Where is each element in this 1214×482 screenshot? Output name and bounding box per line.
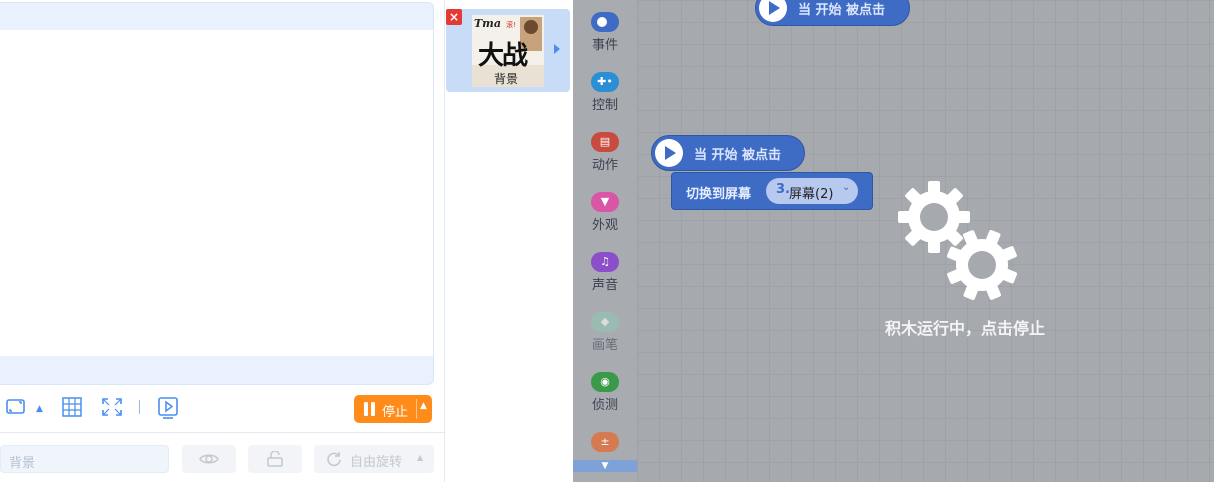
toolbar-divider bbox=[139, 400, 140, 414]
pause-icon bbox=[364, 402, 376, 416]
category-label: 控制 bbox=[591, 98, 618, 113]
hat-block-label: 当 开始 被点击 bbox=[694, 148, 782, 163]
screen-dropdown[interactable]: 3. 屏幕(2) ⌄ bbox=[766, 178, 858, 204]
fullscreen-icon[interactable] bbox=[101, 397, 123, 422]
stop-button[interactable]: 停止 ▲ bbox=[354, 395, 432, 423]
category-motion[interactable]: ▤ 动作 bbox=[573, 132, 637, 173]
chevron-right-icon[interactable] bbox=[554, 44, 560, 54]
gears-icon[interactable] bbox=[897, 180, 1023, 304]
hat-block-when-start-top[interactable]: 当 开始 被点击 bbox=[755, 0, 910, 26]
category-pen[interactable]: ◆ 画笔 bbox=[573, 312, 637, 353]
category-sound[interactable]: ♫ 声音 bbox=[573, 252, 637, 293]
gamepad-icon: ✚• bbox=[591, 72, 619, 92]
hat-block-label: 当 开始 被点击 bbox=[798, 3, 886, 18]
category-label: 外观 bbox=[591, 218, 618, 233]
sprite-thumbnail: Tma 滚! 大战 背景 bbox=[472, 15, 544, 87]
chevron-down-icon: ⌄ bbox=[842, 182, 851, 193]
music-note-icon: ♫ bbox=[591, 252, 619, 272]
category-looks[interactable]: ▼ 外观 bbox=[573, 192, 637, 233]
sprite-name-input[interactable]: 背景 bbox=[0, 445, 169, 473]
hat-block-when-start[interactable]: 当 开始 被点击 bbox=[651, 135, 805, 171]
running-status-text[interactable]: 积木运行中，点击停止 bbox=[860, 315, 1070, 339]
grid-icon[interactable] bbox=[62, 397, 82, 422]
category-label: 画笔 bbox=[591, 338, 618, 353]
rotation-style-label: 自由旋转 bbox=[350, 455, 403, 470]
motion-icon: ▤ bbox=[591, 132, 619, 152]
category-operators[interactable]: ± bbox=[573, 432, 637, 454]
rotate-icon bbox=[327, 452, 341, 467]
category-events[interactable]: 事件 bbox=[573, 12, 637, 53]
screen-number: 3. bbox=[776, 182, 790, 197]
category-label: 动作 bbox=[591, 158, 618, 173]
events-icon bbox=[591, 12, 619, 32]
lock-button[interactable] bbox=[248, 445, 302, 473]
block-category-list: 事件 ✚• 控制 ▤ 动作 ▼ 外观 ♫ 声音 ◆ 画笔 ◉ 侦测 ± bbox=[573, 0, 637, 482]
svg-text:Tma: Tma bbox=[474, 17, 501, 30]
play-preview-icon[interactable] bbox=[158, 397, 178, 424]
switch-screen-label: 切换到屏幕 bbox=[686, 187, 752, 202]
screen-value: 屏幕(2) bbox=[789, 187, 834, 202]
delete-sprite-icon[interactable]: × bbox=[446, 9, 462, 25]
stage-canvas[interactable] bbox=[0, 30, 433, 356]
target-icon: ◉ bbox=[591, 372, 619, 392]
stage-size-icon[interactable] bbox=[6, 398, 26, 421]
stop-button-label: 停止 bbox=[382, 405, 409, 420]
category-label: 声音 bbox=[591, 278, 618, 293]
lock-icon bbox=[267, 451, 283, 467]
eye-icon bbox=[199, 454, 219, 464]
rotation-style-select[interactable]: 自由旋转 ▲ bbox=[314, 445, 434, 473]
caret-up-icon[interactable]: ▲ bbox=[36, 399, 43, 419]
visibility-button[interactable] bbox=[182, 445, 236, 473]
switch-screen-block[interactable]: 切换到屏幕 3. 屏幕(2) ⌄ bbox=[671, 172, 873, 210]
play-icon bbox=[759, 0, 787, 22]
chevron-down-icon[interactable]: ▼ bbox=[573, 460, 637, 472]
category-control[interactable]: ✚• 控制 bbox=[573, 72, 637, 113]
category-label: 事件 bbox=[591, 38, 618, 53]
play-icon bbox=[655, 139, 683, 167]
caret-up-icon: ▲ bbox=[417, 453, 424, 462]
category-sensing[interactable]: ◉ 侦测 bbox=[573, 372, 637, 413]
thumbnail-title: 大战 bbox=[478, 41, 528, 71]
eraser-icon: ◆ bbox=[591, 312, 619, 332]
category-label: 侦测 bbox=[591, 398, 618, 413]
svg-text:滚!: 滚! bbox=[506, 20, 516, 29]
caret-up-icon[interactable]: ▲ bbox=[420, 401, 427, 411]
shirt-icon: ▼ bbox=[591, 192, 619, 212]
sprite-name-label: 背景 bbox=[494, 72, 519, 86]
operators-icon: ± bbox=[591, 432, 619, 452]
